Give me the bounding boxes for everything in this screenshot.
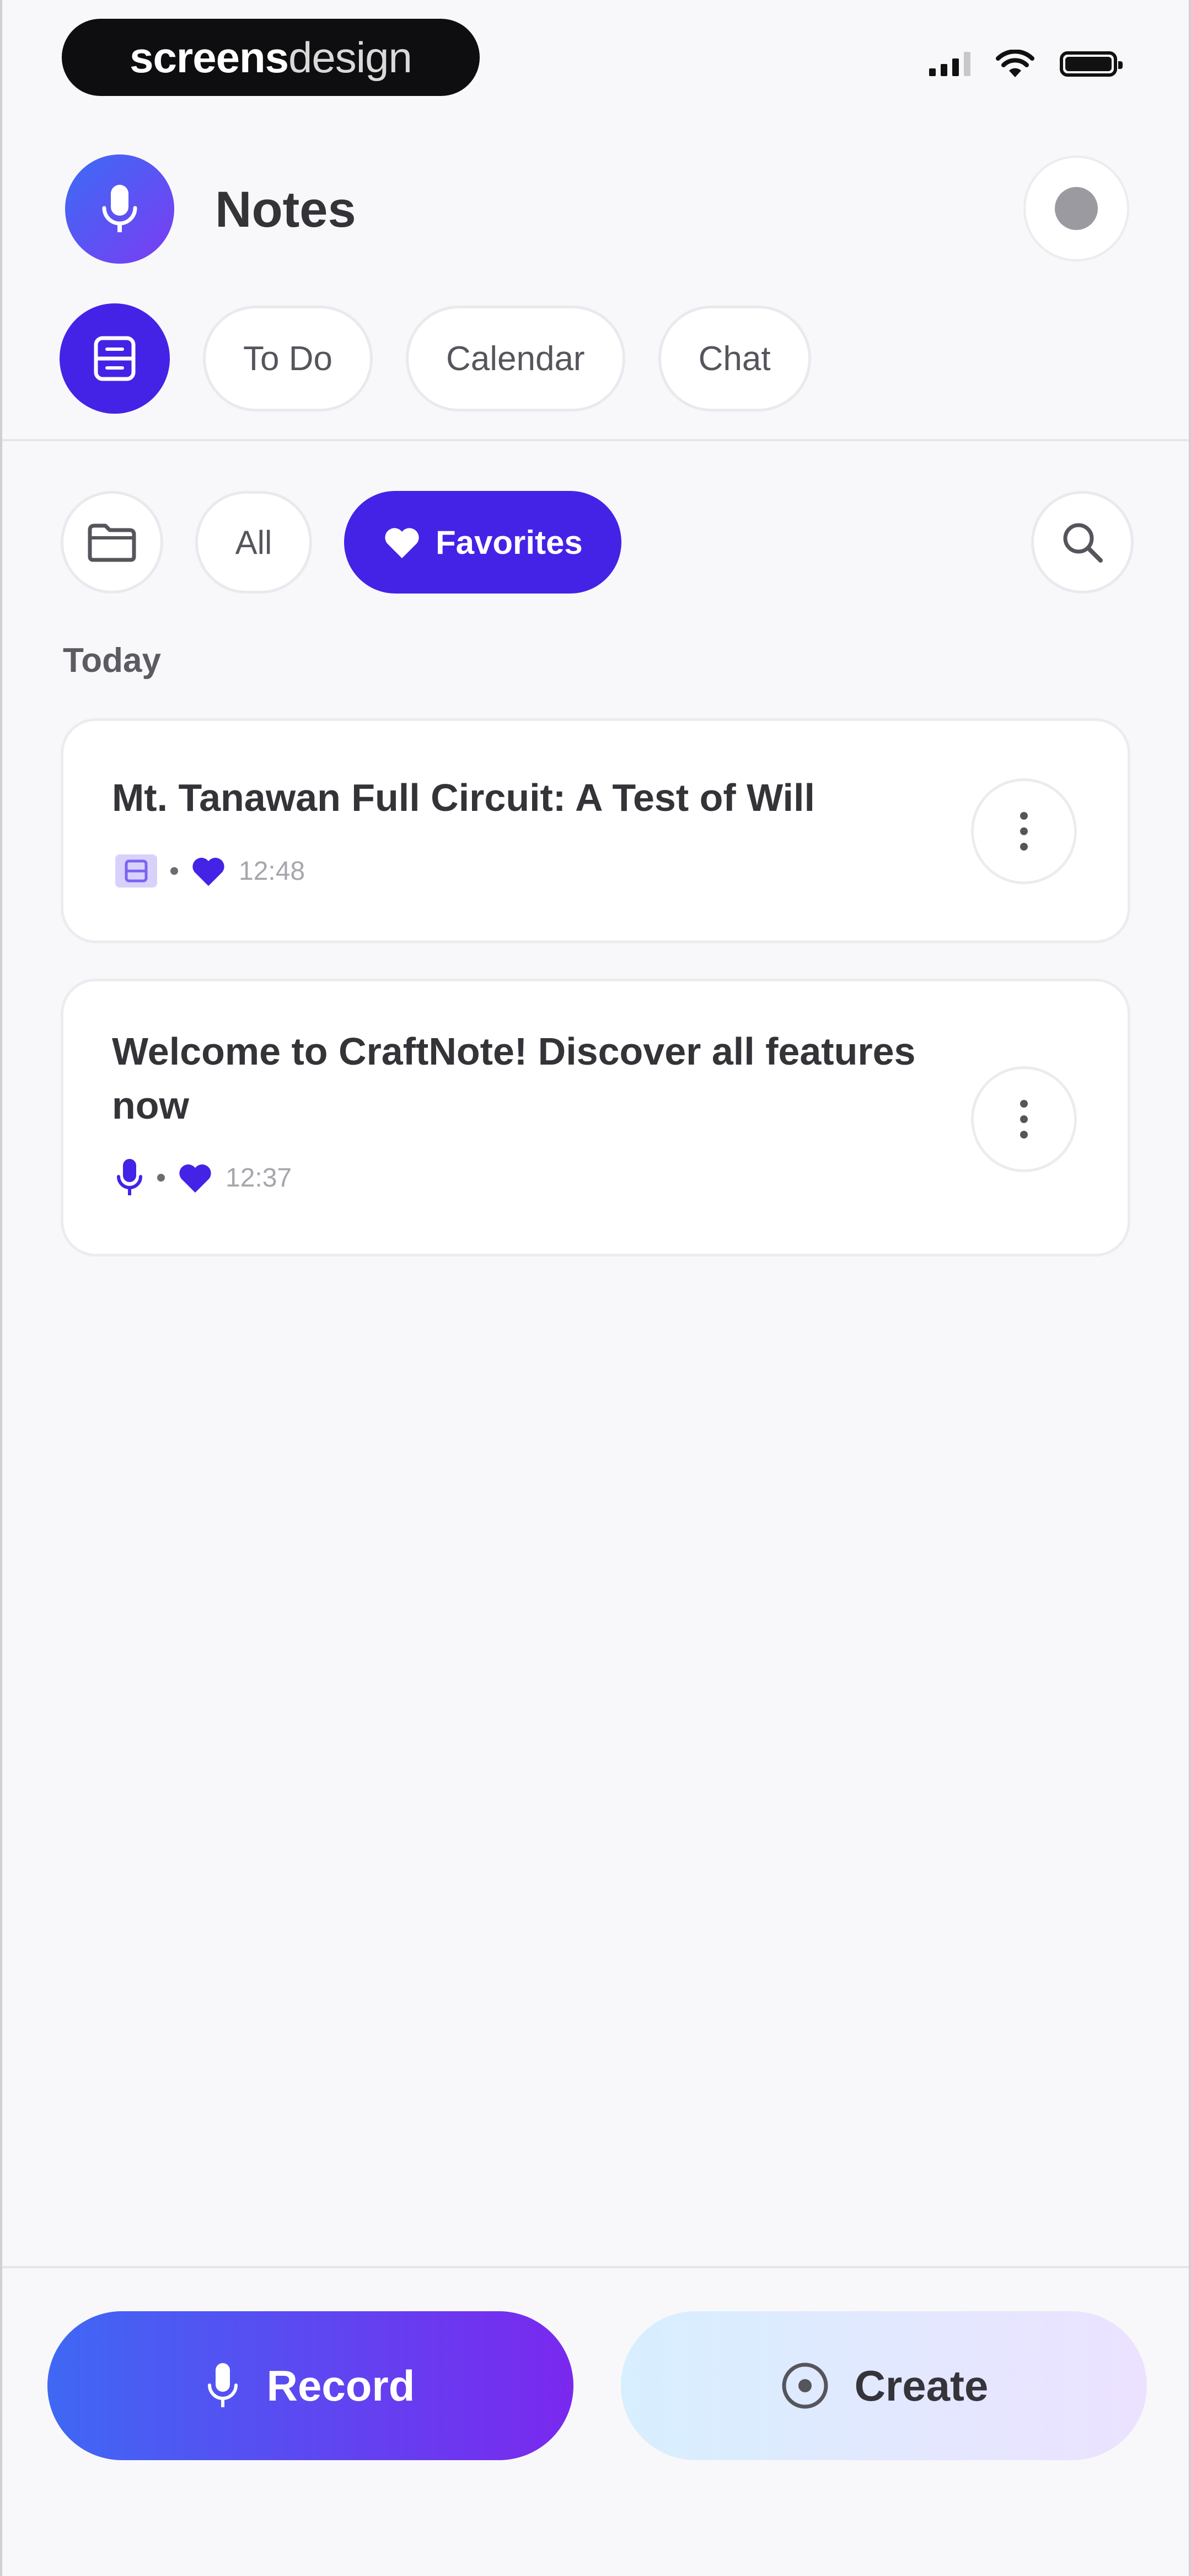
nav-tabs: To Do Calendar Chat: [60, 303, 811, 414]
section-title-today: Today: [63, 642, 161, 680]
create-label: Create: [854, 2361, 989, 2410]
folder-button[interactable]: [61, 491, 163, 594]
tab-to-do[interactable]: To Do: [203, 306, 373, 411]
bottom-divider: [2, 2266, 1189, 2268]
document-icon: [115, 854, 157, 888]
folder-icon: [88, 523, 136, 562]
record-button[interactable]: Record: [47, 2311, 573, 2460]
brand-logo: screens design: [62, 19, 480, 96]
note-meta: 12:48: [114, 853, 305, 889]
settings-button[interactable]: [1023, 156, 1129, 261]
brand-text-part2: design: [288, 33, 412, 82]
tab-calendar[interactable]: Calendar: [405, 306, 625, 411]
filter-all-label: All: [235, 523, 272, 561]
tab-notes[interactable]: [60, 303, 170, 414]
microphone-icon: [207, 2363, 238, 2407]
search-button[interactable]: [1031, 491, 1134, 594]
page-title: Notes: [215, 181, 356, 238]
heart-icon: [179, 1164, 211, 1193]
filter-favorites-button[interactable]: Favorites: [344, 491, 621, 594]
filter-bar: All Favorites: [61, 491, 621, 594]
note-time: 12:37: [226, 1163, 292, 1193]
header-divider: [2, 439, 1189, 441]
microphone-icon: [117, 1159, 142, 1195]
cellular-signal-icon: [929, 52, 970, 76]
plus-circle-icon: [782, 2363, 828, 2409]
heart-icon: [192, 858, 224, 886]
record-label: Record: [266, 2361, 415, 2410]
brand-text-part1: screens: [130, 33, 289, 82]
wifi-icon: [996, 50, 1034, 77]
note-title: Mt. Tanawan Full Circuit: A Test of Will: [112, 776, 815, 819]
filter-favorites-label: Favorites: [436, 523, 583, 561]
microphone-icon[interactable]: [65, 154, 174, 264]
search-icon: [1063, 523, 1103, 563]
note-more-button[interactable]: [971, 1066, 1077, 1172]
filter-all-button[interactable]: All: [195, 491, 312, 594]
note-card[interactable]: Welcome to CraftNote! Discover all featu…: [61, 979, 1130, 1257]
note-card[interactable]: Mt. Tanawan Full Circuit: A Test of Will…: [61, 718, 1130, 943]
notes-screen: screens design Notes To Do Calendar Chat…: [0, 0, 1191, 2576]
settings-icon: [1055, 187, 1098, 230]
note-time: 12:48: [239, 856, 305, 886]
create-button[interactable]: Create: [621, 2311, 1147, 2460]
tab-chat[interactable]: Chat: [658, 306, 811, 411]
battery-icon: [1060, 51, 1123, 77]
meta-separator: [170, 867, 178, 875]
note-more-button[interactable]: [971, 778, 1077, 884]
heart-icon: [385, 528, 419, 558]
more-vertical-icon: [1020, 1100, 1028, 1139]
meta-separator: [157, 1174, 165, 1182]
status-icons: [929, 50, 1123, 78]
note-title: Welcome to CraftNote! Discover all featu…: [112, 1030, 916, 1127]
more-vertical-icon: [1020, 812, 1028, 851]
note-meta: 12:37: [114, 1157, 292, 1199]
notes-icon: [94, 336, 136, 381]
